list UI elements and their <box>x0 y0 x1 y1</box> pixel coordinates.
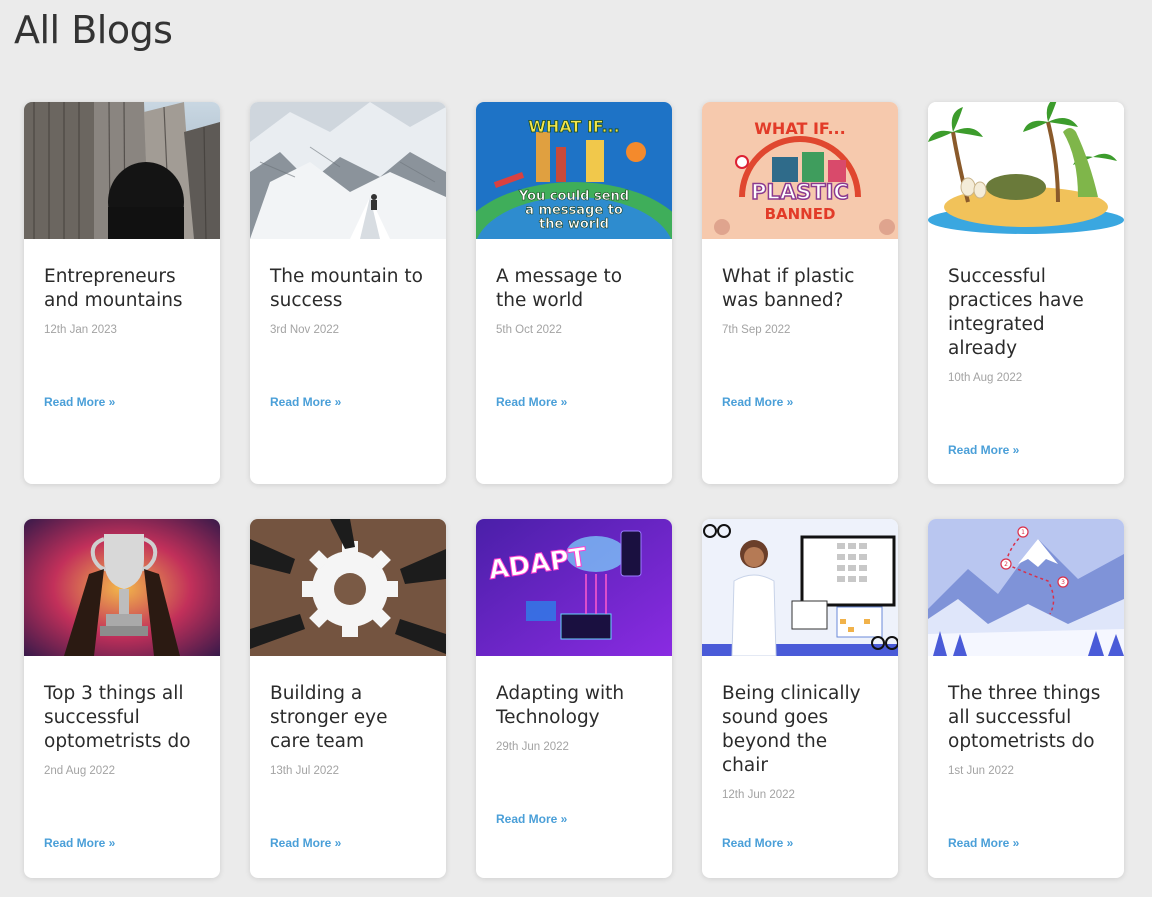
post-date: 5th Oct 2022 <box>496 324 562 336</box>
city-buildings-image <box>24 102 220 239</box>
post-title[interactable]: The mountain to success <box>270 265 426 313</box>
post-image-message[interactable]: WHAT IF... You could send a message to t… <box>476 102 672 239</box>
svg-text:2: 2 <box>1004 561 1008 568</box>
post-title[interactable]: What if plastic was banned? <box>722 265 878 313</box>
read-more-link[interactable]: Read More » <box>496 812 567 826</box>
post-date: 3rd Nov 2022 <box>270 324 340 336</box>
svg-text:1: 1 <box>1021 529 1025 536</box>
post-title[interactable]: Entrepreneurs and mountains <box>44 265 200 313</box>
snowy-mountain-image <box>250 102 446 239</box>
blog-card[interactable]: The mountain to success 3rd Nov 2022 Rea… <box>250 102 446 484</box>
island-dinosaur-image <box>928 102 1124 239</box>
blog-card[interactable]: 1 2 3 The three things all successful opto… <box>928 519 1124 878</box>
what-if-plastic-image: WHAT IF... PLASTIC BANNED <box>702 102 898 239</box>
blog-card[interactable]: Top 3 things all successful optometrists… <box>24 519 220 878</box>
post-image-mountain-path[interactable]: 1 2 3 <box>928 519 1124 656</box>
post-image-trophy[interactable] <box>24 519 220 656</box>
post-image-optometrist[interactable] <box>702 519 898 656</box>
post-title[interactable]: Successful practices have integrated alr… <box>948 265 1104 361</box>
svg-text:PLASTIC: PLASTIC <box>751 180 849 204</box>
read-more-link[interactable]: Read More » <box>44 395 115 409</box>
svg-text:You could send: You could send <box>518 189 629 204</box>
adapt-technology-image: ADAPT <box>476 519 672 656</box>
post-title[interactable]: Being clinically sound goes beyond the c… <box>722 682 878 778</box>
post-image-mountain[interactable] <box>250 102 446 239</box>
post-date: 12th Jun 2022 <box>722 789 795 801</box>
post-image-city[interactable] <box>24 102 220 239</box>
read-more-link[interactable]: Read More » <box>44 836 115 850</box>
blog-card[interactable]: WHAT IF... You could send a message to t… <box>476 102 672 484</box>
blog-card[interactable]: Successful practices have integrated alr… <box>928 102 1124 484</box>
post-date: 29th Jun 2022 <box>496 741 569 753</box>
read-more-link[interactable]: Read More » <box>270 836 341 850</box>
post-date: 10th Aug 2022 <box>948 372 1023 384</box>
read-more-link[interactable]: Read More » <box>722 395 793 409</box>
post-date: 2nd Aug 2022 <box>44 765 115 777</box>
post-date: 12th Jan 2023 <box>44 324 117 336</box>
post-image-gear[interactable] <box>250 519 446 656</box>
read-more-link[interactable]: Read More » <box>948 443 1019 457</box>
post-image-plastic[interactable]: WHAT IF... PLASTIC BANNED <box>702 102 898 239</box>
post-date: 13th Jul 2022 <box>270 765 340 777</box>
post-title[interactable]: The three things all successful optometr… <box>948 682 1104 754</box>
post-title[interactable]: Adapting with Technology <box>496 682 652 730</box>
read-more-link[interactable]: Read More » <box>496 395 567 409</box>
optometrist-chart-image <box>702 519 898 656</box>
trophy-image <box>24 519 220 656</box>
svg-text:a message to: a message to <box>525 203 623 218</box>
post-title[interactable]: Building a stronger eye care team <box>270 682 426 754</box>
read-more-link[interactable]: Read More » <box>948 836 1019 850</box>
svg-text:BANNED: BANNED <box>765 205 836 223</box>
blog-card[interactable]: Building a stronger eye care team 13th J… <box>250 519 446 878</box>
read-more-link[interactable]: Read More » <box>270 395 341 409</box>
post-date: 7th Sep 2022 <box>722 324 791 336</box>
mountain-path-image: 1 2 3 <box>928 519 1124 656</box>
post-title[interactable]: Top 3 things all successful optometrists… <box>44 682 200 754</box>
post-title[interactable]: A message to the world <box>496 265 652 313</box>
svg-text:WHAT IF...: WHAT IF... <box>754 119 845 138</box>
blog-card[interactable]: WHAT IF... PLASTIC BANNED What if plasti… <box>702 102 898 484</box>
blog-card[interactable]: Being clinically sound goes beyond the c… <box>702 519 898 878</box>
svg-text:3: 3 <box>1061 579 1065 586</box>
read-more-link[interactable]: Read More » <box>722 836 793 850</box>
blog-card[interactable]: Entrepreneurs and mountains 12th Jan 202… <box>24 102 220 484</box>
post-image-island[interactable] <box>928 102 1124 239</box>
post-date: 1st Jun 2022 <box>948 765 1014 777</box>
page-title: All Blogs <box>14 8 173 52</box>
team-gear-image <box>250 519 446 656</box>
image-text: WHAT IF... <box>528 117 619 136</box>
svg-text:the world: the world <box>539 217 609 232</box>
what-if-message-image: WHAT IF... You could send a message to t… <box>476 102 672 239</box>
blog-card[interactable]: ADAPT Adapting with Technology 29th Jun … <box>476 519 672 878</box>
post-image-adapt[interactable]: ADAPT <box>476 519 672 656</box>
